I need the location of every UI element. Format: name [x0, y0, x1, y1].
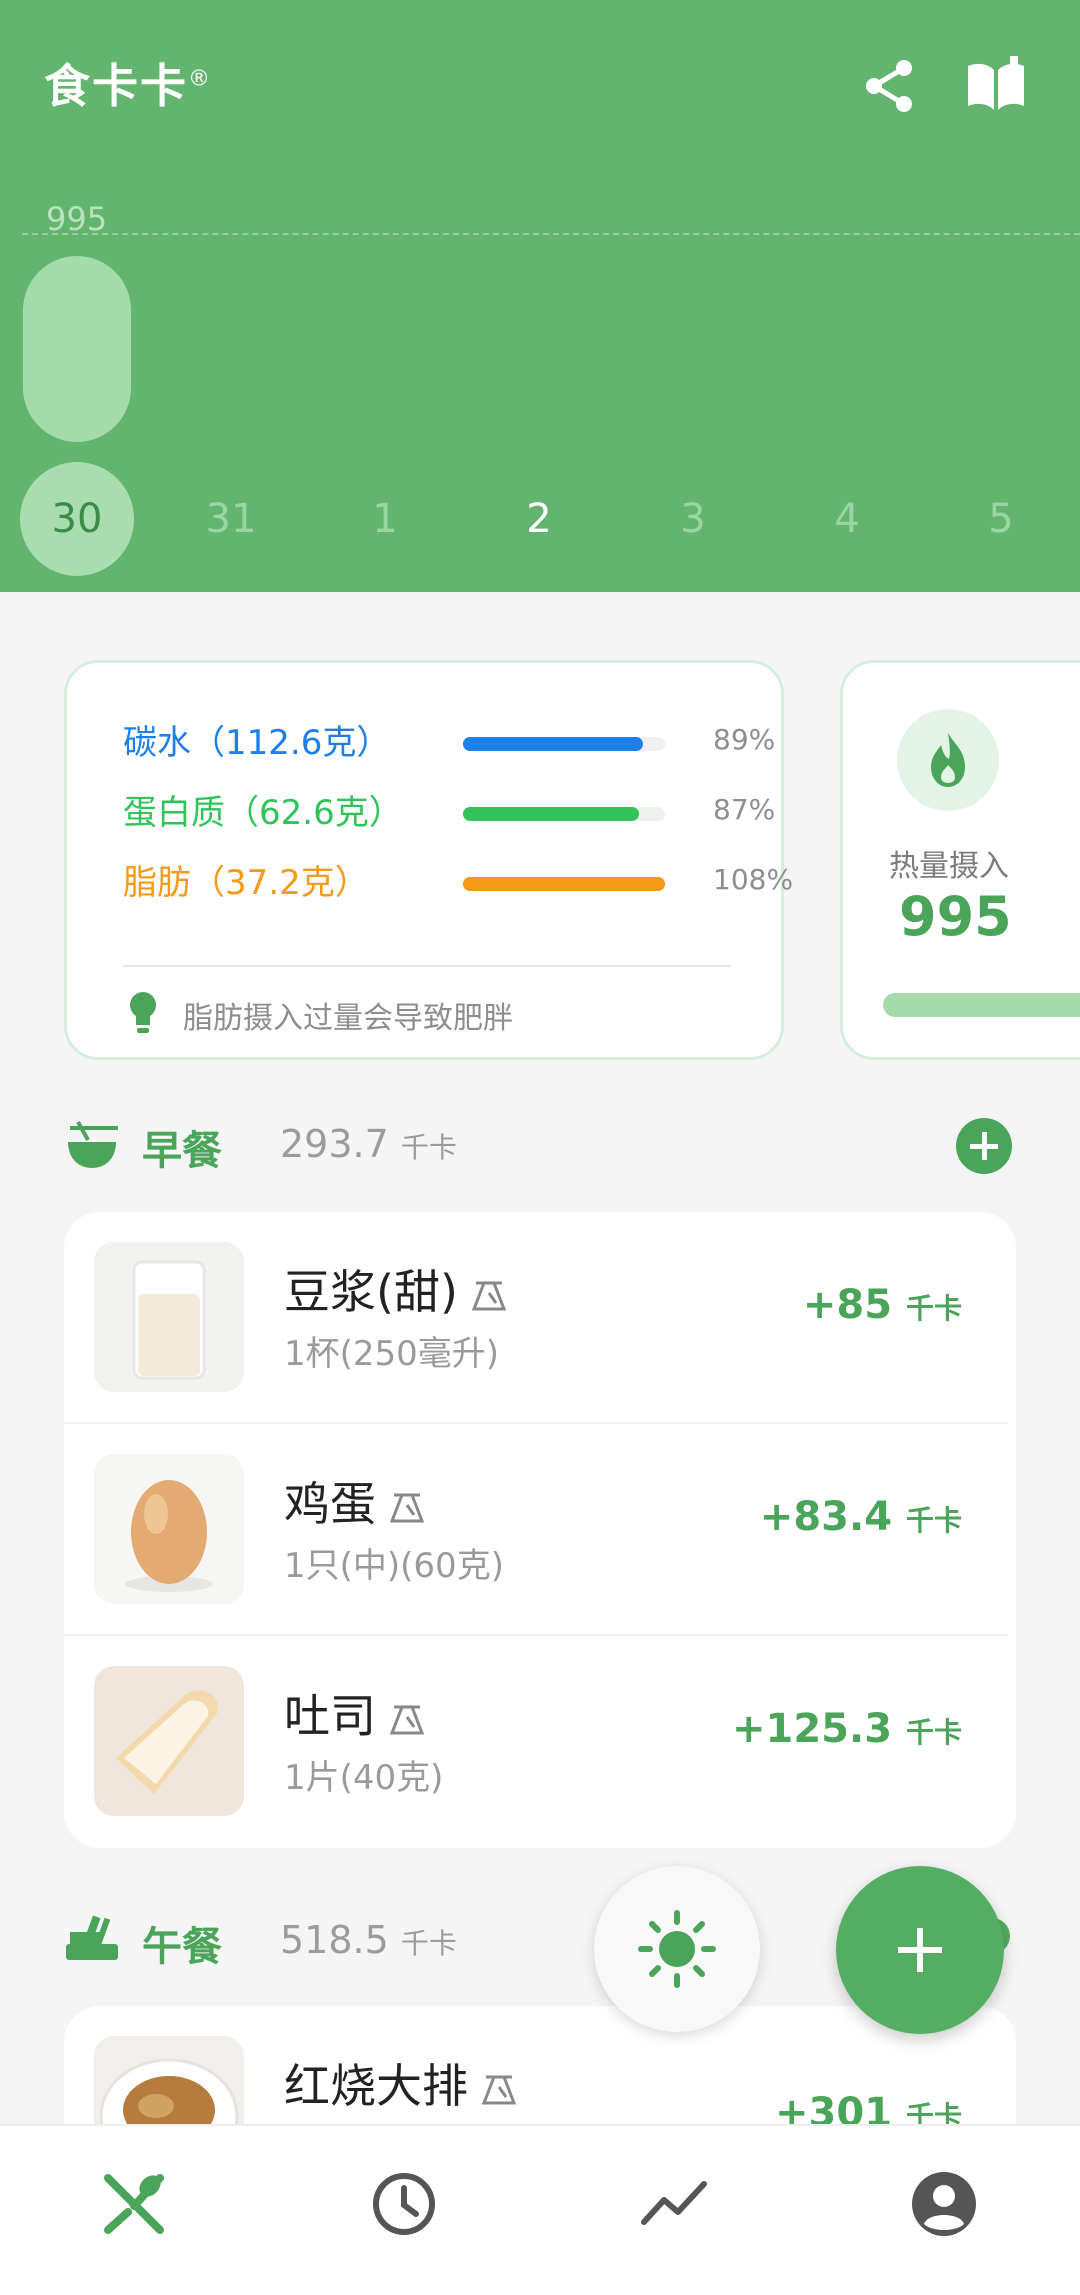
plus-icon — [970, 1132, 998, 1160]
carb-track — [463, 737, 665, 751]
breakfast-list: 豆浆(甜) 1杯(250毫升) +85 千卡 鸡蛋 1只(中)(60克) +83… — [64, 1212, 1016, 1848]
egg-image — [94, 1454, 244, 1604]
history-icon[interactable] — [368, 2168, 440, 2240]
scale-icon — [389, 1493, 425, 1522]
calorie-label: 热量摄入 — [889, 849, 1009, 884]
food-portion: 1杯(250毫升) — [284, 1334, 500, 1374]
food-item-soymilk[interactable]: 豆浆(甜) 1杯(250毫升) +85 千卡 — [64, 1212, 1016, 1424]
protein-percent: 87% — [713, 793, 776, 826]
carb-percent: 89% — [713, 723, 776, 756]
protein-label: 蛋白质（62.6克） — [123, 793, 403, 833]
nutrient-card[interactable]: 碳水（112.6克） 89% 蛋白质（62.6克） 87% 脂肪（37.2克） … — [64, 660, 793, 1060]
food-item-toast[interactable]: 吐司 1片(40克) +125.3 千卡 — [64, 1636, 1016, 1848]
day-5[interactable]: 5 — [944, 462, 1058, 576]
food-kcal: +301 千卡 — [775, 2090, 962, 2124]
breakfast-kcal: 293.7 千卡 — [280, 1122, 457, 1166]
calorie-card[interactable]: 热量摄入 995 — [840, 660, 1080, 1060]
flame-icon — [931, 733, 965, 787]
goal-line — [22, 233, 1080, 235]
protein-track — [463, 807, 665, 821]
scale-icon — [481, 2075, 517, 2104]
diet-icon[interactable] — [98, 2168, 170, 2240]
header: 食卡卡® 995 30 31 1 2 3 4 5 — [0, 0, 1080, 592]
food-portion: 1只(中)(60克) — [284, 1546, 504, 1586]
trend-icon[interactable] — [638, 2168, 710, 2240]
pork-chop-image — [94, 2036, 244, 2124]
food-name: 鸡蛋 — [284, 1468, 426, 1534]
lunch-kcal: 518.5 千卡 — [280, 1918, 457, 1962]
add-food-button[interactable] — [836, 1866, 1004, 2034]
plus-icon — [898, 1928, 942, 1972]
flame-badge — [897, 709, 999, 811]
app-title: 食卡卡® — [44, 59, 212, 113]
scale-icon — [471, 1281, 507, 1310]
soymilk-image — [94, 1242, 244, 1392]
food-name: 吐司 — [284, 1680, 426, 1746]
food-item-egg[interactable]: 鸡蛋 1只(中)(60克) +83.4 千卡 — [64, 1424, 1016, 1636]
breakfast-title: 早餐 — [142, 1128, 222, 1174]
protein-fill — [463, 807, 639, 821]
day-4[interactable]: 4 — [790, 462, 904, 576]
toast-image — [94, 1666, 244, 1816]
food-kcal: +83.4 千卡 — [759, 1494, 962, 1540]
carb-label: 碳水（112.6克） — [123, 723, 391, 763]
carb-fill — [463, 737, 643, 751]
lightbulb-icon — [130, 992, 156, 1033]
fat-track — [463, 877, 665, 891]
nutrient-tip: 脂肪摄入过量会导致肥胖 — [183, 1001, 513, 1036]
book-icon[interactable] — [966, 56, 1026, 116]
day-3[interactable]: 3 — [636, 462, 750, 576]
lunch-title: 午餐 — [142, 1924, 222, 1970]
calorie-progress — [883, 993, 1080, 1017]
fat-percent: 108% — [713, 863, 794, 896]
nutrient-row-protein: 蛋白质（62.6克） 87% — [123, 785, 775, 835]
add-breakfast-button[interactable] — [956, 1118, 1012, 1174]
share-icon[interactable] — [860, 56, 920, 116]
fat-fill — [463, 877, 665, 891]
nutrient-row-carb: 碳水（112.6克） 89% — [123, 715, 775, 765]
day-2[interactable]: 2 — [482, 462, 596, 576]
nutrient-row-fat: 脂肪（37.2克） 108% — [123, 855, 793, 905]
food-name: 红烧大排 — [284, 2050, 518, 2116]
sun-icon — [638, 1910, 716, 1988]
lunchbox-icon — [66, 1915, 118, 1960]
bottom-nav — [0, 2124, 1080, 2295]
food-portion: 1片(40克) — [284, 1758, 444, 1798]
theme-toggle-button[interactable] — [594, 1866, 760, 2032]
day-calorie-bar[interactable] — [23, 256, 131, 442]
food-kcal: +125.3 千卡 — [732, 1706, 962, 1752]
fat-label: 脂肪（37.2克） — [123, 863, 369, 903]
food-kcal: +85 千卡 — [802, 1282, 962, 1328]
food-name: 豆浆(甜) — [284, 1256, 508, 1322]
profile-icon[interactable] — [908, 2168, 980, 2240]
day-30[interactable]: 30 — [20, 462, 134, 576]
day-1[interactable]: 1 — [328, 462, 442, 576]
bowl-icon — [68, 1121, 118, 1168]
scale-icon — [389, 1705, 425, 1734]
day-31[interactable]: 31 — [174, 462, 288, 576]
divider — [123, 965, 731, 967]
calorie-value: 995 — [899, 885, 1012, 948]
